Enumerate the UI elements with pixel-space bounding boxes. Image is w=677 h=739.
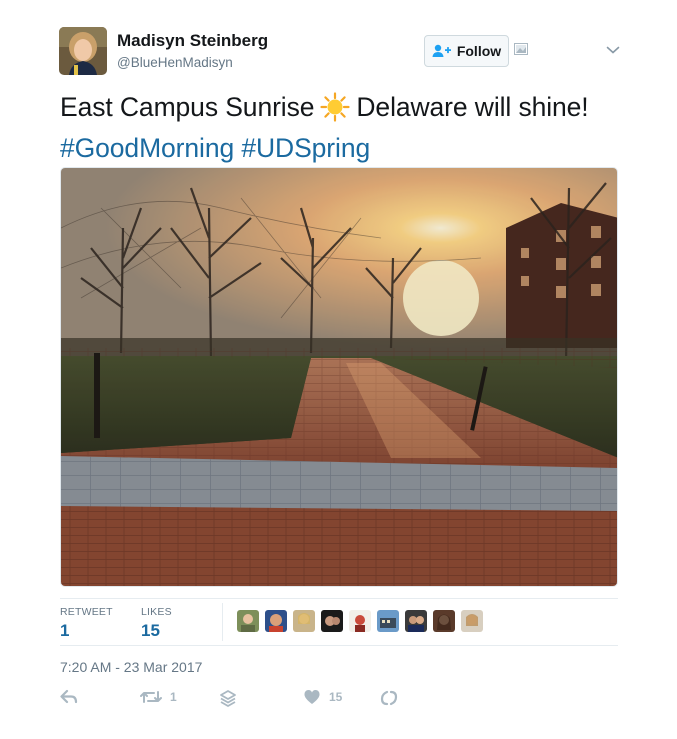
tweet-text-part2: Delaware will shine! bbox=[356, 92, 589, 122]
sun-emoji-icon bbox=[320, 92, 350, 131]
retweet-action-count: 1 bbox=[170, 690, 177, 704]
avatar[interactable] bbox=[59, 27, 107, 75]
chevron-down-icon[interactable] bbox=[606, 42, 620, 60]
retweet-icon bbox=[140, 689, 162, 705]
reply-button[interactable] bbox=[60, 689, 78, 705]
follow-label: Follow bbox=[456, 43, 502, 59]
tweet-photo[interactable] bbox=[60, 167, 618, 587]
share-icon bbox=[380, 689, 398, 707]
liker-avatar[interactable] bbox=[265, 610, 287, 632]
liker-avatar[interactable] bbox=[405, 610, 427, 632]
add-to-moment-button[interactable] bbox=[219, 689, 237, 707]
like-action-count: 15 bbox=[329, 690, 343, 704]
liker-avatar[interactable] bbox=[237, 610, 259, 632]
reply-icon bbox=[60, 689, 78, 705]
retweet-button[interactable]: 1 bbox=[140, 689, 177, 705]
tweet-text-part1: East Campus Sunrise bbox=[60, 92, 315, 122]
liker-avatar[interactable] bbox=[349, 610, 371, 632]
retweets-count[interactable]: 1 bbox=[60, 621, 69, 641]
retweets-label[interactable]: RETWEET bbox=[60, 606, 113, 618]
layers-icon bbox=[219, 689, 237, 707]
follow-button[interactable]: Follow bbox=[424, 35, 509, 67]
add-user-icon bbox=[432, 44, 452, 58]
card-icon[interactable] bbox=[514, 42, 528, 60]
stats-divider-top bbox=[60, 598, 618, 599]
likes-label[interactable]: LIKES bbox=[141, 606, 172, 618]
tweet-timestamp[interactable]: 7:20 AM - 23 Mar 2017 bbox=[60, 659, 202, 675]
heart-icon bbox=[303, 689, 321, 705]
hashtag-goodmorning[interactable]: #GoodMorning bbox=[60, 133, 234, 163]
stats-separator bbox=[222, 603, 223, 641]
stats-divider-bottom bbox=[60, 645, 618, 646]
share-button[interactable] bbox=[380, 689, 398, 707]
liker-avatars bbox=[237, 610, 483, 632]
user-handle[interactable]: @BlueHenMadisyn bbox=[117, 55, 233, 70]
likes-count[interactable]: 15 bbox=[141, 621, 160, 641]
liker-avatar[interactable] bbox=[461, 610, 483, 632]
liker-avatar[interactable] bbox=[377, 610, 399, 632]
tweet-text: East Campus Sunrise Delaware will shine!… bbox=[60, 90, 650, 166]
liker-avatar[interactable] bbox=[433, 610, 455, 632]
user-name[interactable]: Madisyn Steinberg bbox=[117, 31, 268, 51]
liker-avatar[interactable] bbox=[321, 610, 343, 632]
liker-avatar[interactable] bbox=[293, 610, 315, 632]
like-button[interactable]: 15 bbox=[303, 689, 342, 705]
hashtag-udspring[interactable]: #UDSpring bbox=[241, 133, 370, 163]
